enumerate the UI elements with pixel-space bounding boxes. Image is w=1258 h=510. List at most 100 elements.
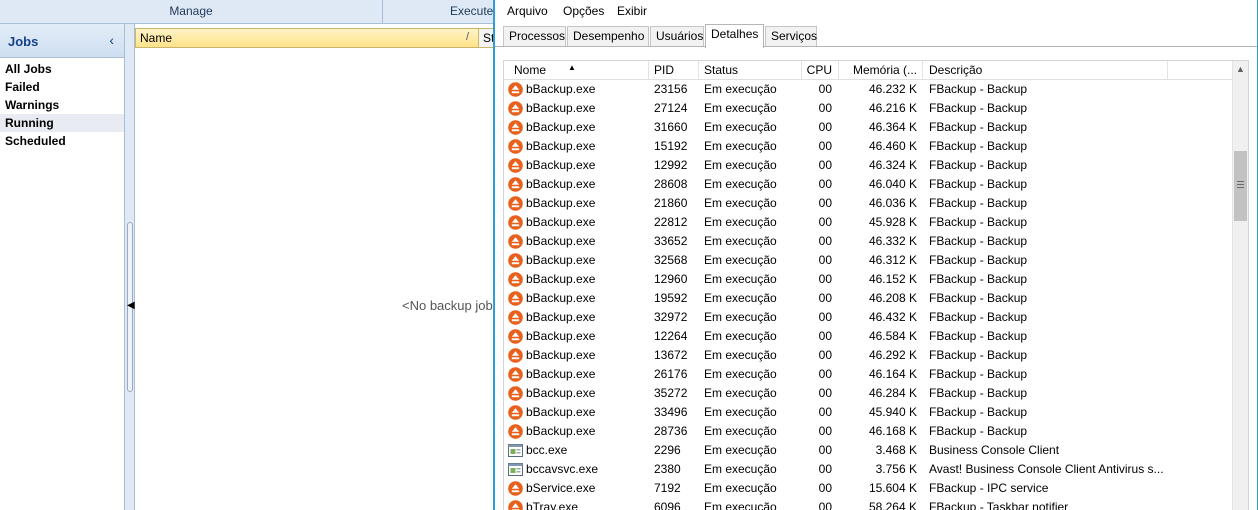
table-row[interactable]: bBackup.exe 33496 Em execução 00 45.940 K FBa…	[504, 403, 1234, 422]
menu-exibir[interactable]: Exibir	[617, 4, 647, 18]
process-pid: 2296	[654, 443, 681, 457]
table-row[interactable]: bBackup.exe 22812 Em execução 00 45.928 K FBa…	[504, 213, 1234, 232]
process-name: bBackup.exe	[526, 101, 596, 115]
menu-bar: Arquivo Opções Exibir	[495, 0, 1257, 24]
process-name-cell: bBackup.exe	[506, 213, 646, 232]
table-row[interactable]: bBackup.exe 15192 Em execução 00 46.460 K FBa…	[504, 137, 1234, 156]
tab-processos[interactable]: Processos	[503, 26, 566, 47]
process-cpu: 00	[818, 101, 832, 115]
process-description: Business Console Client	[929, 443, 1060, 457]
process-description: FBackup - Backup	[929, 82, 1028, 96]
tab-servicos[interactable]: Serviços	[765, 26, 817, 47]
process-status: Em execução	[704, 405, 777, 419]
process-name: bBackup.exe	[526, 82, 596, 96]
process-cpu: 00	[818, 253, 832, 267]
process-pid: 31660	[654, 120, 688, 134]
column-header-nome[interactable]: Nome ▲	[504, 61, 649, 80]
process-pid: 28736	[654, 424, 688, 438]
process-status: Em execução	[704, 253, 777, 267]
table-row[interactable]: bcc.exe 2296 Em execução 00 3.468 K Business …	[504, 441, 1234, 460]
process-pid: 21860	[654, 196, 688, 210]
sidebar-item-warnings[interactable]: Warnings	[0, 96, 124, 114]
column-header-status[interactable]: Status	[699, 61, 802, 80]
table-row[interactable]: bBackup.exe 19592 Em execução 00 46.208 K FBa…	[504, 289, 1234, 308]
column-sort-indicator: /	[466, 31, 470, 43]
splitter-arrow-icon[interactable]: ◀	[127, 300, 135, 311]
table-row[interactable]: bBackup.exe 28736 Em execução 00 46.168 K FBa…	[504, 422, 1234, 441]
process-pid: 12264	[654, 329, 688, 343]
process-name-cell: bBackup.exe	[506, 270, 646, 289]
column-header-memoria[interactable]: Memória (...	[839, 61, 923, 80]
process-cpu: 00	[818, 196, 832, 210]
table-row[interactable]: bBackup.exe 32972 Em execução 00 46.432 K FBa…	[504, 308, 1234, 327]
process-memory: 46.152 K	[868, 272, 917, 286]
process-memory: 46.208 K	[868, 291, 917, 305]
column-header-descricao[interactable]: Descrição	[923, 61, 1168, 80]
table-row[interactable]: bBackup.exe 21860 Em execução 00 46.036 K FBa…	[504, 194, 1234, 213]
menu-arquivo[interactable]: Arquivo	[507, 4, 548, 18]
table-row[interactable]: bBackup.exe 13672 Em execução 00 46.292 K FBa…	[504, 346, 1234, 365]
sidebar-item-failed[interactable]: Failed	[0, 78, 124, 96]
process-pid: 12992	[654, 158, 688, 172]
process-status: Em execução	[704, 424, 777, 438]
fbackup-orange-icon	[508, 82, 523, 97]
tab-desempenho[interactable]: Desempenho	[567, 26, 649, 47]
table-row[interactable]: bBackup.exe 33652 Em execução 00 46.332 K FBa…	[504, 232, 1234, 251]
fbackup-orange-icon	[508, 253, 523, 268]
details-process-table: Nome ▲ PID Status CPU Memória (... Descr…	[503, 60, 1249, 510]
fbackup-orange-icon	[508, 101, 523, 116]
process-status: Em execução	[704, 177, 777, 191]
tab-detalhes[interactable]: Detalhes	[705, 24, 764, 48]
sidebar-item-running[interactable]: Running	[0, 114, 124, 132]
sort-ascending-icon: ▲	[568, 63, 576, 72]
table-row[interactable]: bBackup.exe 28608 Em execução 00 46.040 K FBa…	[504, 175, 1234, 194]
process-memory: 46.284 K	[868, 386, 917, 400]
column-header-name[interactable]: Name	[140, 31, 172, 45]
table-row[interactable]: bBackup.exe 12264 Em execução 00 46.584 K FBa…	[504, 327, 1234, 346]
sidebar-item-all-jobs[interactable]: All Jobs	[0, 60, 124, 78]
ribbon-tab-execute[interactable]: Execute	[384, 0, 500, 23]
process-name-cell: bBackup.exe	[506, 346, 646, 365]
sidebar-header: Jobs ‹	[0, 24, 124, 58]
vertical-scrollbar[interactable]: ▲	[1232, 61, 1248, 510]
process-pid: 28608	[654, 177, 688, 191]
ribbon-tab-manage[interactable]: Manage	[0, 0, 383, 23]
collapse-sidebar-icon[interactable]: ‹	[109, 32, 114, 48]
scrollbar-thumb[interactable]	[1234, 151, 1247, 221]
process-name-cell: bBackup.exe	[506, 99, 646, 118]
process-memory: 46.168 K	[868, 424, 917, 438]
jobs-sidebar: Jobs ‹ All Jobs Failed Warnings Running …	[0, 24, 125, 510]
process-name-cell: bcc.exe	[506, 441, 646, 460]
tab-divider	[495, 46, 1257, 47]
table-row[interactable]: bBackup.exe 12960 Em execução 00 46.152 K FBa…	[504, 270, 1234, 289]
process-pid: 33496	[654, 405, 688, 419]
process-cpu: 00	[818, 329, 832, 343]
fbackup-orange-icon	[508, 291, 523, 306]
table-row[interactable]: bBackup.exe 32568 Em execução 00 46.312 K FBa…	[504, 251, 1234, 270]
process-status: Em execução	[704, 158, 777, 172]
scroll-up-icon[interactable]: ▲	[1233, 61, 1248, 78]
tab-usuarios[interactable]: Usuários	[650, 26, 704, 47]
process-name-cell: bBackup.exe	[506, 308, 646, 327]
fbackup-orange-icon	[508, 386, 523, 401]
table-row[interactable]: bService.exe 7192 Em execução 00 15.604 K FBa…	[504, 479, 1234, 498]
table-row[interactable]: bBackup.exe 26176 Em execução 00 46.164 K FBa…	[504, 365, 1234, 384]
process-name-cell: bBackup.exe	[506, 80, 646, 99]
process-cpu: 00	[818, 462, 832, 476]
table-row[interactable]: bccavsvc.exe 2380 Em execução 00 3.756 K Avas…	[504, 460, 1234, 479]
column-header-pid[interactable]: PID	[649, 61, 699, 80]
table-row[interactable]: bTray.exe 6096 Em execução 00 58.264 K FBacku…	[504, 498, 1234, 510]
menu-opcoes[interactable]: Opções	[563, 4, 604, 18]
panel-splitter[interactable]: ◀	[125, 24, 135, 510]
process-status: Em execução	[704, 348, 777, 362]
sidebar-item-scheduled[interactable]: Scheduled	[0, 132, 124, 150]
process-description: FBackup - Backup	[929, 386, 1028, 400]
table-row[interactable]: bBackup.exe 35272 Em execução 00 46.284 K FBa…	[504, 384, 1234, 403]
process-memory: 46.364 K	[868, 120, 917, 134]
table-row[interactable]: bBackup.exe 23156 Em execução 00 46.232 K FBa…	[504, 80, 1234, 99]
process-name: bBackup.exe	[526, 215, 596, 229]
column-header-cpu[interactable]: CPU	[802, 61, 839, 80]
table-row[interactable]: bBackup.exe 12992 Em execução 00 46.324 K FBa…	[504, 156, 1234, 175]
table-row[interactable]: bBackup.exe 27124 Em execução 00 46.216 K FBa…	[504, 99, 1234, 118]
table-row[interactable]: bBackup.exe 31660 Em execução 00 46.364 K FBa…	[504, 118, 1234, 137]
